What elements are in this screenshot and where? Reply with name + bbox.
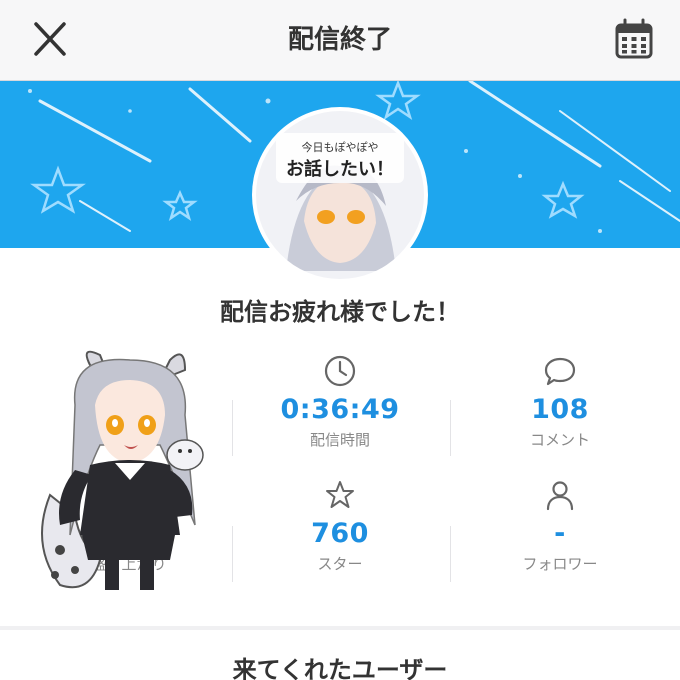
calendar-icon <box>615 18 653 59</box>
mascot-character <box>41 350 204 590</box>
avatar-text-line2: お話したい！ <box>286 158 394 180</box>
divider <box>450 400 451 456</box>
stat-comments-label: コメント <box>529 431 590 449</box>
header-bar: 配信終了 <box>0 0 680 81</box>
avatar-text-line1: 今日もぽやぽや <box>302 140 379 154</box>
close-icon <box>34 22 66 56</box>
stat-comments: 108 コメント <box>451 354 669 450</box>
visitors-title: 来てくれたユーザー <box>232 656 448 680</box>
stat-stars: 760 スター <box>231 478 449 574</box>
thanks-message: 配信お疲れ様でした！ <box>220 298 460 326</box>
stat-comments-value: 108 <box>531 394 589 425</box>
stat-followers-label: フォロワー <box>522 555 598 573</box>
stat-followers: - フォロワー <box>451 478 669 574</box>
calendar-button[interactable] <box>610 16 658 64</box>
stat-duration-label: 配信時間 <box>309 431 370 449</box>
stat-stars-value: 760 <box>311 518 369 549</box>
divider <box>450 526 451 582</box>
divider <box>232 526 233 582</box>
clock-icon <box>324 355 356 387</box>
person-icon <box>546 481 574 511</box>
page-title: 配信終了 <box>287 25 392 55</box>
stream-ended-screen: 配信終了 今日もぽやぽや お話したい！ 配信お疲れ様でした！ 0:36:49 配… <box>0 0 680 680</box>
star-icon <box>326 481 354 508</box>
stat-stars-label: スター <box>317 555 363 573</box>
stat-followers-value: - <box>554 518 566 549</box>
avatar: 今日もぽやぽや お話したい！ <box>256 111 424 279</box>
close-button[interactable] <box>26 18 74 62</box>
comment-icon <box>544 357 576 386</box>
divider <box>232 400 233 456</box>
stat-duration: 0:36:49 配信時間 <box>231 354 449 450</box>
stat-duration-value: 0:36:49 <box>280 394 400 425</box>
avatar-art: 今日もぽやぽや お話したい！ <box>256 111 424 279</box>
